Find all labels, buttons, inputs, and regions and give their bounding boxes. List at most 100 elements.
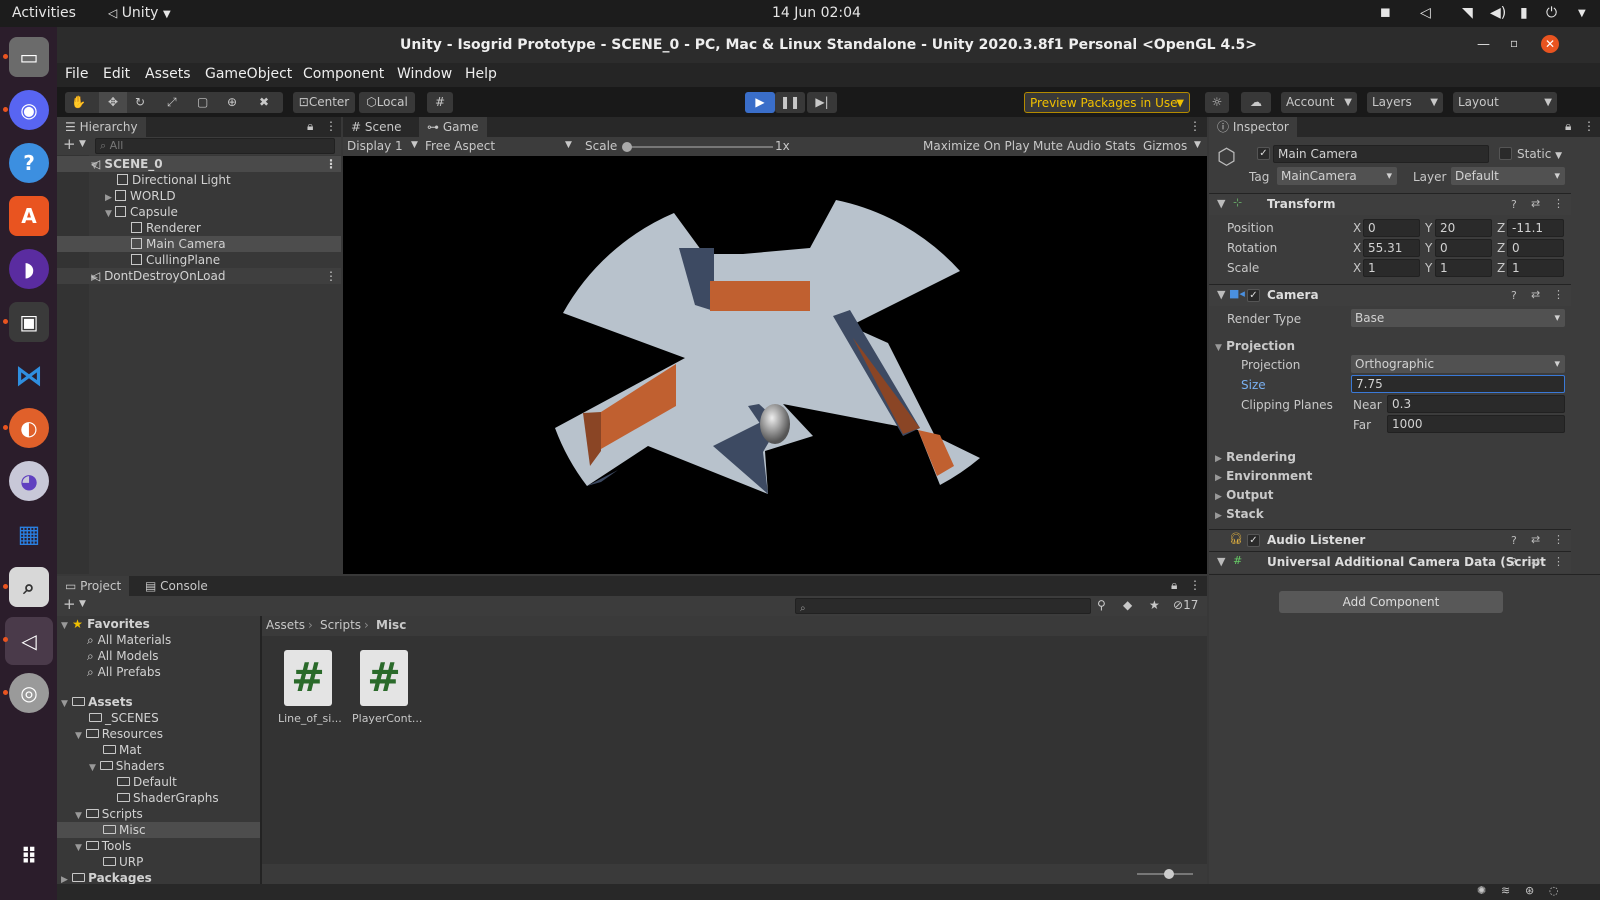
kebab-menu-icon[interactable]: ⋮ <box>325 119 337 133</box>
assets-header[interactable]: ▼ Assets <box>61 694 133 710</box>
tab-project[interactable]: ▭ Project <box>57 576 130 596</box>
preview-packages-button[interactable]: Preview Packages in Use ▼ <box>1024 92 1190 113</box>
hierarchy-item-culling-plane[interactable]: CullingPlane <box>131 252 220 268</box>
scale-slider-thumb[interactable] <box>622 142 632 152</box>
grid-snap-button[interactable]: # <box>427 92 453 113</box>
scale-x-input[interactable]: 1 <box>1363 259 1420 277</box>
play-button[interactable]: ▶ <box>745 92 775 113</box>
breadcrumb-misc[interactable]: Misc <box>376 618 406 632</box>
size-input[interactable]: 7.75 <box>1351 375 1565 393</box>
help-icon[interactable]: ? <box>1511 198 1517 211</box>
show-apps-icon[interactable]: ⠿ <box>9 837 49 877</box>
volume-icon[interactable]: ◀) <box>1490 5 1506 21</box>
power-icon[interactable]: ⏻ <box>1546 5 1557 21</box>
aspect-dropdown[interactable]: Free Aspect ▼ <box>425 139 575 153</box>
twitch-icon[interactable]: ▣ <box>9 302 49 342</box>
minimize-button[interactable]: — <box>1477 37 1490 52</box>
folder-misc[interactable]: Misc <box>57 822 260 838</box>
network-icon[interactable]: ⊛ <box>1525 884 1534 897</box>
menu-file[interactable]: File <box>65 66 88 82</box>
folder-scenes[interactable]: _SCENES <box>89 710 159 726</box>
maximize-button[interactable]: ▫ <box>1510 36 1518 50</box>
bug-icon[interactable]: ✺ <box>1477 884 1486 897</box>
hierarchy-item-world[interactable]: ▶ WORLD <box>105 188 176 204</box>
hierarchy-search-input[interactable]: ⌕ All <box>95 138 335 154</box>
cloud-button[interactable]: ☁ <box>1241 92 1271 113</box>
hierarchy-item-directional-light[interactable]: Directional Light <box>117 172 231 188</box>
menu-window[interactable]: Window <box>397 66 452 82</box>
close-button[interactable]: ✕ <box>1541 35 1559 53</box>
wifi-icon[interactable]: ◥ <box>1462 5 1473 21</box>
scale-slider-track[interactable] <box>625 146 773 148</box>
hierarchy-item-renderer[interactable]: Renderer <box>131 220 201 236</box>
static-checkbox[interactable] <box>1499 147 1512 160</box>
tab-inspector[interactable]: ⓘ Inspector <box>1209 117 1297 137</box>
gizmos-toggle[interactable]: Gizmos <box>1143 139 1187 153</box>
preset-icon[interactable]: ⇄ <box>1531 288 1540 301</box>
breadcrumb-scripts[interactable]: Scripts <box>320 618 361 632</box>
search-by-type-icon[interactable]: ⚲ <box>1097 598 1106 612</box>
software-store-icon[interactable]: A <box>9 196 49 236</box>
preset-icon[interactable]: ⇄ <box>1531 533 1540 546</box>
projection-dropdown[interactable]: Orthographic <box>1351 355 1565 373</box>
files-icon[interactable]: ▭ <box>9 37 49 77</box>
add-icon[interactable]: + <box>63 595 76 613</box>
folder-scripts[interactable]: ▼ Scripts <box>75 806 143 822</box>
rotation-z-input[interactable]: 0 <box>1507 239 1564 257</box>
hierarchy-item-main-camera[interactable]: Main Camera <box>57 236 341 252</box>
rotation-x-input[interactable]: 55.31 <box>1363 239 1420 257</box>
hand-tool-icon[interactable]: ✋ <box>71 92 86 113</box>
camera-enabled-checkbox[interactable]: ✓ <box>1247 289 1260 302</box>
output-foldout[interactable]: ▶ Output <box>1215 488 1273 502</box>
file-item[interactable]: # Line_of_si... <box>278 650 342 734</box>
hierarchy-item-capsule[interactable]: ▼ Capsule <box>105 204 178 220</box>
rotate-tool-icon[interactable]: ↻ <box>135 92 145 113</box>
rendering-foldout[interactable]: ▶ Rendering <box>1215 450 1296 464</box>
layout-dropdown[interactable]: Layout ▼ <box>1453 92 1557 113</box>
disc-icon[interactable]: ◎ <box>9 673 49 713</box>
folder-shaders[interactable]: ▼ Shaders <box>89 758 165 774</box>
stack-foldout[interactable]: ▶ Stack <box>1215 507 1264 521</box>
kebab-menu-icon[interactable]: ⋮ <box>325 268 337 284</box>
layers-dropdown[interactable]: Layers ▼ <box>1367 92 1443 113</box>
static-dropdown[interactable]: Static ▼ <box>1517 147 1562 161</box>
tab-hierarchy[interactable]: ☰ Hierarchy <box>57 117 146 137</box>
vscode-icon[interactable]: ⋈ <box>9 355 49 395</box>
hidden-packages-button[interactable]: ⊘17 <box>1173 598 1198 612</box>
kebab-menu-icon[interactable]: ⋮ <box>1553 533 1564 546</box>
projection-foldout[interactable]: ▼ Projection <box>1215 339 1295 353</box>
kebab-menu-icon[interactable]: ⋮ <box>325 156 337 172</box>
kebab-menu-icon[interactable]: ⋮ <box>1189 578 1201 592</box>
kebab-menu-icon[interactable]: ⋮ <box>1189 119 1201 133</box>
tab-game[interactable]: ⊶ Game <box>419 117 487 137</box>
unity-tray-icon[interactable]: ◁ <box>1420 5 1431 21</box>
breadcrumb-assets[interactable]: Assets <box>266 618 305 632</box>
custom-tool-icon[interactable]: ✖ <box>259 92 269 113</box>
help-icon[interactable]: ? <box>1511 289 1517 302</box>
kebab-menu-icon[interactable]: ⋮ <box>1553 555 1564 568</box>
far-input[interactable]: 1000 <box>1387 415 1565 433</box>
magnifier-icon[interactable]: ⌕ <box>9 567 49 607</box>
scale-z-input[interactable]: 1 <box>1507 259 1564 277</box>
unity-dock-icon[interactable]: ◁ <box>5 617 53 665</box>
additional-camera-data-header[interactable]: ▼ # Universal Additional Camera Data (Sc… <box>1209 551 1571 573</box>
project-search-input[interactable]: ⌕ <box>795 598 1091 614</box>
game-render[interactable] <box>343 156 1207 574</box>
help-icon[interactable]: ? <box>9 143 49 183</box>
favorite-all-materials[interactable]: ⌕ All Materials <box>87 632 171 648</box>
menu-assets[interactable]: Assets <box>145 66 191 82</box>
discord-icon[interactable]: ◉ <box>9 90 49 130</box>
environment-foldout[interactable]: ▶ Environment <box>1215 469 1312 483</box>
favorites-header[interactable]: ▼ ★ Favorites <box>61 616 150 632</box>
preset-icon[interactable]: ⇄ <box>1531 197 1540 210</box>
folder-tools[interactable]: ▼ Tools <box>75 838 131 854</box>
collab-button[interactable]: ☼ <box>1205 92 1229 113</box>
menu-component[interactable]: Component <box>303 66 384 82</box>
chevron-down-icon[interactable]: ▼ <box>105 206 115 222</box>
help-icon[interactable]: ? <box>1511 534 1517 547</box>
menu-edit[interactable]: Edit <box>103 66 130 82</box>
account-dropdown[interactable]: Account ▼ <box>1281 92 1357 113</box>
near-input[interactable]: 0.3 <box>1387 395 1565 413</box>
label-icon[interactable]: ◆ <box>1123 598 1132 612</box>
add-icon[interactable]: + <box>63 135 76 153</box>
